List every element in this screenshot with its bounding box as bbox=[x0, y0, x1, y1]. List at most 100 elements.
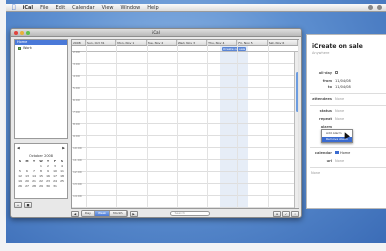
mini-calendar-day[interactable]: 3 bbox=[52, 164, 58, 168]
hour-row[interactable]: 5:00 bbox=[72, 86, 298, 100]
hour-row[interactable]: 4:00 bbox=[72, 74, 298, 88]
mini-calendar-day[interactable] bbox=[31, 164, 37, 168]
window-titlebar[interactable]: iCal bbox=[11, 29, 301, 37]
chevron-left-icon[interactable]: ◀ bbox=[17, 146, 20, 150]
menu-help[interactable]: Help bbox=[147, 5, 158, 11]
mini-calendar-day[interactable]: 6 bbox=[24, 169, 30, 173]
hour-row[interactable]: 6:00 bbox=[72, 98, 298, 112]
mini-calendar-day[interactable]: 10 bbox=[52, 169, 58, 173]
mini-calendar-day[interactable]: 9 bbox=[45, 169, 51, 173]
url-value[interactable]: None bbox=[335, 159, 344, 163]
apple-icon[interactable]:  bbox=[12, 4, 16, 11]
day-header[interactable]: Thu, Nov 4 bbox=[207, 40, 238, 45]
allday-checkbox[interactable] bbox=[335, 71, 338, 74]
hour-row[interactable]: 8:00 bbox=[72, 122, 298, 136]
day-header[interactable]: Tue, Nov 2 bbox=[147, 40, 177, 45]
chevron-right-icon[interactable]: ▶ bbox=[62, 146, 65, 150]
mini-calendar-day[interactable]: 14 bbox=[31, 174, 37, 178]
hour-row[interactable]: 14:00 bbox=[72, 194, 298, 208]
from-value[interactable]: 11/04/08 bbox=[335, 79, 351, 83]
checkbox-icon[interactable] bbox=[18, 46, 21, 50]
mini-calendar-day[interactable]: 31 bbox=[52, 184, 58, 188]
mini-calendar-day[interactable]: 22 bbox=[38, 179, 44, 183]
mini-calendar-day[interactable]: 12 bbox=[17, 174, 23, 178]
day-header[interactable]: Wed, Nov 3 bbox=[177, 40, 208, 45]
month-view-button[interactable]: Month bbox=[110, 211, 127, 216]
status-value[interactable]: None bbox=[335, 109, 344, 113]
menu-view[interactable]: View bbox=[102, 5, 114, 11]
zoom-icon[interactable] bbox=[26, 31, 30, 35]
mini-calendar-day[interactable]: 5 bbox=[17, 169, 23, 173]
menu-window[interactable]: Window bbox=[121, 5, 141, 11]
week-view-button[interactable]: Week bbox=[94, 211, 111, 216]
mini-calendar-day[interactable]: 30 bbox=[45, 184, 51, 188]
toggle-minical-button[interactable]: ■ bbox=[24, 202, 32, 208]
mini-calendar-day[interactable]: 19 bbox=[17, 179, 23, 183]
status-icon[interactable] bbox=[368, 5, 373, 10]
hour-row[interactable]: 13:00 bbox=[72, 182, 298, 196]
info-icon[interactable]: i bbox=[291, 210, 299, 217]
mini-calendar-day[interactable]: 4 bbox=[59, 164, 65, 168]
mini-calendar-day[interactable]: 28 bbox=[31, 184, 37, 188]
menu-app[interactable]: iCal bbox=[23, 5, 33, 11]
prev-week-button[interactable]: ◀ bbox=[71, 210, 79, 217]
list-icon[interactable]: ≡ bbox=[273, 210, 281, 217]
mini-calendar-day[interactable] bbox=[17, 164, 23, 168]
event-location[interactable]: Anywhere bbox=[312, 51, 329, 55]
menu-edit[interactable]: Edit bbox=[55, 5, 65, 11]
calendar-item-work[interactable]: Work bbox=[15, 45, 67, 51]
year-label: 2008 bbox=[72, 40, 86, 45]
remove-alarm-option[interactable]: Remove Alarm bbox=[322, 137, 352, 142]
close-icon[interactable] bbox=[14, 31, 18, 35]
mini-calendar-day[interactable]: 11 bbox=[59, 169, 65, 173]
hour-row[interactable]: 12:00 bbox=[72, 170, 298, 184]
mini-calendar-day[interactable]: 15 bbox=[38, 174, 44, 178]
menu-calendar[interactable]: Calendar bbox=[72, 5, 94, 11]
day-header[interactable]: Sun, Oct 31 bbox=[86, 40, 117, 45]
hour-row[interactable]: 3:00 bbox=[72, 62, 298, 76]
mini-calendar-day[interactable]: 8 bbox=[38, 169, 44, 173]
mini-calendar-day[interactable]: 21 bbox=[31, 179, 37, 183]
notes-value[interactable]: None bbox=[311, 171, 320, 175]
day-column-divider bbox=[86, 40, 87, 208]
hour-row[interactable]: 11:00 bbox=[72, 158, 298, 172]
hour-row[interactable]: 10:00 bbox=[72, 146, 298, 160]
hour-grid[interactable]: 2:00 3:00 4:00 5:00 6:00 7:00 8:00 9:00 10:00 11:… bbox=[72, 50, 298, 208]
mini-calendar-day[interactable]: 18 bbox=[59, 174, 65, 178]
mini-calendar-day[interactable]: 7 bbox=[31, 169, 37, 173]
mini-calendar-day[interactable]: 2 bbox=[45, 164, 51, 168]
mini-calendar-day[interactable]: 20 bbox=[24, 179, 30, 183]
calendar-value-wrap[interactable]: Home bbox=[335, 151, 350, 155]
hour-row[interactable]: 2:00 bbox=[72, 50, 298, 64]
spotlight-icon[interactable] bbox=[377, 5, 382, 10]
add-calendar-button[interactable]: + bbox=[14, 202, 22, 208]
search-input[interactable]: Search bbox=[169, 211, 210, 216]
day-header[interactable]: Sat, Nov 6 bbox=[268, 40, 298, 45]
mini-calendar-day[interactable]: 24 bbox=[52, 179, 58, 183]
mini-calendar-day[interactable]: 16 bbox=[45, 174, 51, 178]
mini-calendar-day[interactable]: 26 bbox=[17, 184, 23, 188]
mini-calendar-day[interactable]: 29 bbox=[38, 184, 44, 188]
todo-icon[interactable]: ✓ bbox=[282, 210, 290, 217]
to-value[interactable]: 11/04/08 bbox=[335, 85, 351, 89]
day-header[interactable]: Mon, Nov 1 bbox=[116, 40, 147, 45]
repeat-value[interactable]: None bbox=[335, 117, 344, 121]
hour-row[interactable]: 7:00 bbox=[72, 110, 298, 124]
hour-row[interactable]: 9:00 bbox=[72, 134, 298, 148]
mini-calendar-day[interactable]: 1 bbox=[38, 164, 44, 168]
all-day-event[interactable]: iCreate on sale bbox=[222, 47, 246, 51]
minimize-icon[interactable] bbox=[20, 31, 24, 35]
attendees-value[interactable]: None bbox=[335, 97, 344, 101]
event-title[interactable]: iCreate on sale bbox=[312, 43, 363, 50]
mini-calendar-day[interactable]: 23 bbox=[45, 179, 51, 183]
day-view-button[interactable]: Day bbox=[82, 211, 95, 216]
day-header[interactable]: Fri, Nov 5 bbox=[237, 40, 268, 45]
mini-calendar-day[interactable]: 25 bbox=[59, 179, 65, 183]
menu-file[interactable]: File bbox=[40, 5, 48, 11]
mini-calendar-day[interactable]: 27 bbox=[24, 184, 30, 188]
mini-calendar-day[interactable] bbox=[24, 164, 30, 168]
mini-calendar-day[interactable]: 17 bbox=[52, 174, 58, 178]
next-week-button[interactable]: ▶ bbox=[129, 210, 138, 217]
mini-calendar-day[interactable] bbox=[59, 184, 65, 188]
mini-calendar-day[interactable]: 13 bbox=[24, 174, 30, 178]
